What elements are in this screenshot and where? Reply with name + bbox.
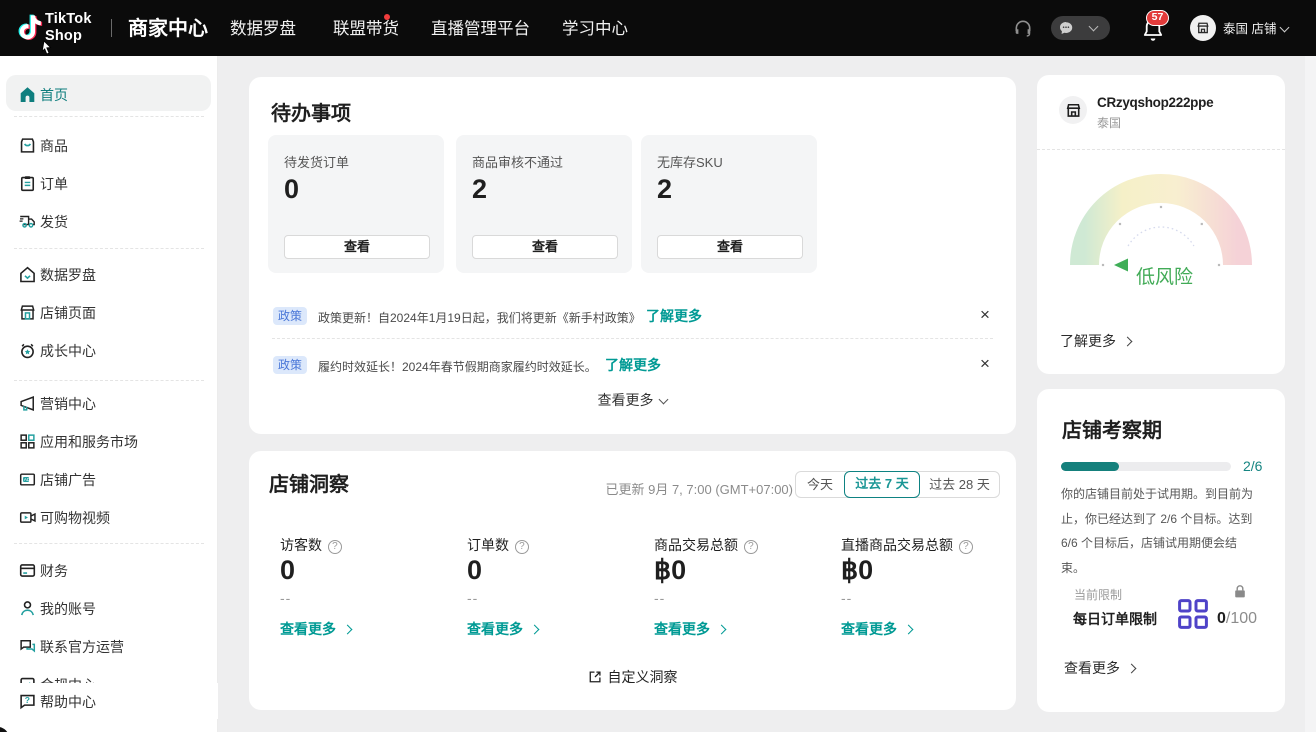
svg-text:?: ? xyxy=(25,695,30,705)
svg-text:AD: AD xyxy=(24,477,30,482)
